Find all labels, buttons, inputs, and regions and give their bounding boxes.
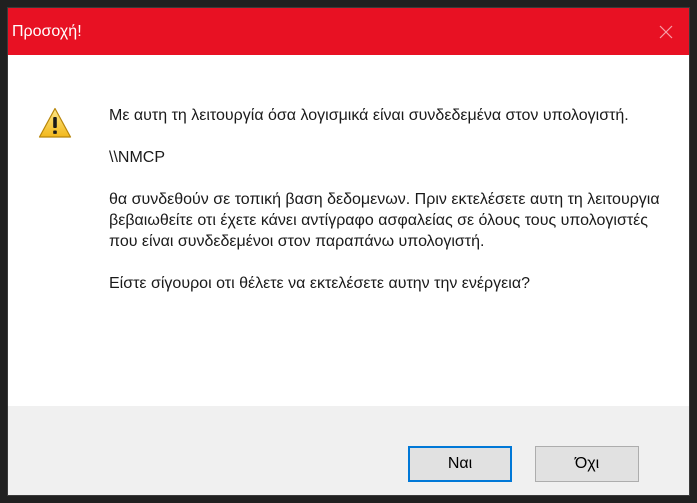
no-button[interactable]: Όχι bbox=[535, 446, 639, 482]
message-paragraph-1: Με αυτη τη λειτουργία όσα λογισμικά είνα… bbox=[109, 107, 629, 124]
title-bar[interactable]: Προσοχή! bbox=[8, 8, 689, 55]
message-paragraph-4: Είστε σίγουροι οτι θέλετε να εκτελέσετε … bbox=[109, 275, 530, 292]
close-icon bbox=[659, 25, 673, 38]
dialog-footer: Ναι Όχι bbox=[8, 406, 689, 495]
dialog-content: Με αυτη τη λειτουργία όσα λογισμικά είνα… bbox=[8, 55, 689, 406]
message-paragraph-2: \\NMCP bbox=[109, 149, 165, 166]
warning-icon bbox=[38, 107, 72, 138]
yes-button[interactable]: Ναι bbox=[408, 446, 512, 482]
message-paragraph-3: θα συνδεθούν σε τοπική βαση δεδομενων. Π… bbox=[109, 191, 665, 250]
close-button[interactable] bbox=[643, 8, 689, 55]
dialog-message: Με αυτη τη λειτουργία όσα λογισμικά είνα… bbox=[109, 105, 669, 294]
dialog-title: Προσοχή! bbox=[12, 23, 82, 40]
warning-dialog: Προσοχή! Με αυτη τη λειτουργία όσα λογισ… bbox=[8, 8, 689, 495]
